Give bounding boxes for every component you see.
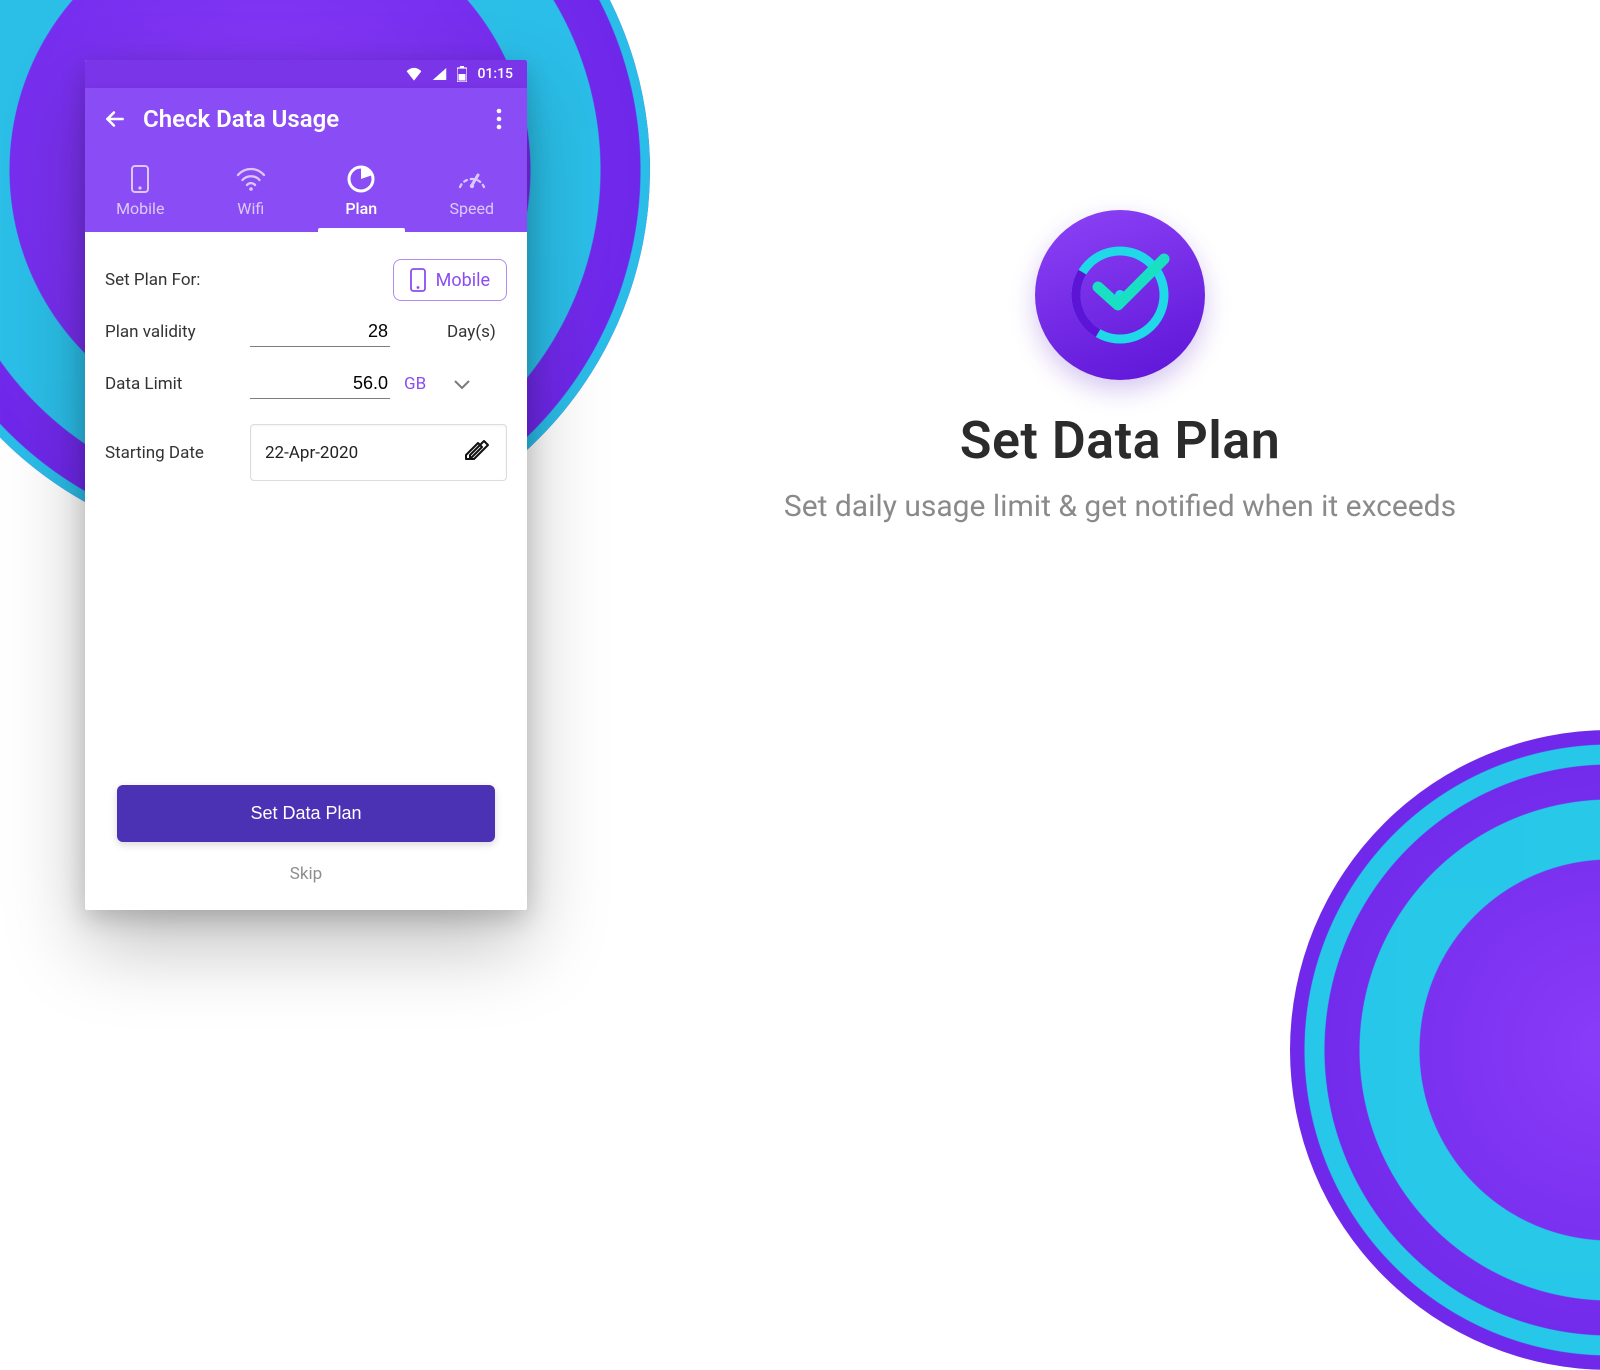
plan-validity-label: Plan validity	[105, 322, 250, 342]
edit-date-icon	[462, 437, 492, 468]
mobile-icon	[130, 165, 150, 193]
app-logo	[1035, 210, 1205, 380]
plan-icon	[347, 165, 375, 193]
wifi-icon	[236, 165, 266, 193]
tab-label: Wifi	[237, 199, 264, 218]
plan-form: Set Plan For: Mobile Plan validity Day(s…	[85, 232, 527, 495]
data-limit-label: Data Limit	[105, 374, 250, 394]
plan-validity-unit: Day(s)	[447, 322, 507, 342]
plan-target-value: Mobile	[436, 270, 490, 291]
wifi-status-icon	[406, 67, 422, 81]
overflow-menu-button[interactable]	[487, 108, 511, 130]
tab-label: Speed	[450, 199, 494, 218]
promo-title: Set Data Plan	[960, 410, 1281, 471]
tab-mobile[interactable]: Mobile	[85, 150, 196, 232]
app-title: Check Data Usage	[129, 105, 487, 133]
data-limit-unit-dropdown[interactable]	[448, 375, 476, 394]
tab-label: Mobile	[116, 199, 164, 218]
tab-label: Plan	[345, 199, 377, 218]
tab-plan[interactable]: Plan	[306, 150, 417, 232]
decorative-circle-bottom	[1290, 730, 1600, 1370]
tab-wifi[interactable]: Wifi	[196, 150, 307, 232]
chevron-down-icon	[454, 380, 470, 390]
starting-date-field[interactable]: 22-Apr-2020	[250, 424, 507, 481]
data-limit-input[interactable]	[250, 369, 390, 399]
app-bar: Check Data Usage	[85, 88, 527, 150]
starting-date-value: 22-Apr-2020	[265, 443, 358, 463]
speed-icon	[457, 165, 487, 193]
status-time: 01:15	[477, 66, 513, 82]
mobile-icon	[410, 268, 426, 292]
tab-bar: Mobile Wifi Plan Speed	[85, 150, 527, 232]
set-plan-for-label: Set Plan For:	[105, 270, 250, 290]
data-limit-unit: GB	[404, 374, 434, 394]
plan-validity-input[interactable]	[250, 317, 390, 347]
battery-status-icon	[457, 66, 467, 82]
signal-status-icon	[432, 67, 447, 81]
starting-date-label: Starting Date	[105, 443, 250, 463]
set-data-plan-button[interactable]: Set Data Plan	[117, 785, 495, 842]
plan-target-selector[interactable]: Mobile	[393, 259, 507, 301]
back-button[interactable]	[101, 106, 129, 132]
promo-panel: Set Data Plan Set daily usage limit & ge…	[720, 210, 1520, 528]
status-bar: 01:15	[85, 60, 527, 88]
promo-subtitle: Set daily usage limit & get notified whe…	[784, 487, 1456, 528]
skip-button[interactable]: Skip	[117, 864, 495, 884]
tab-speed[interactable]: Speed	[417, 150, 528, 232]
phone-mockup: 01:15 Check Data Usage Mobile Wifi P	[85, 60, 527, 910]
